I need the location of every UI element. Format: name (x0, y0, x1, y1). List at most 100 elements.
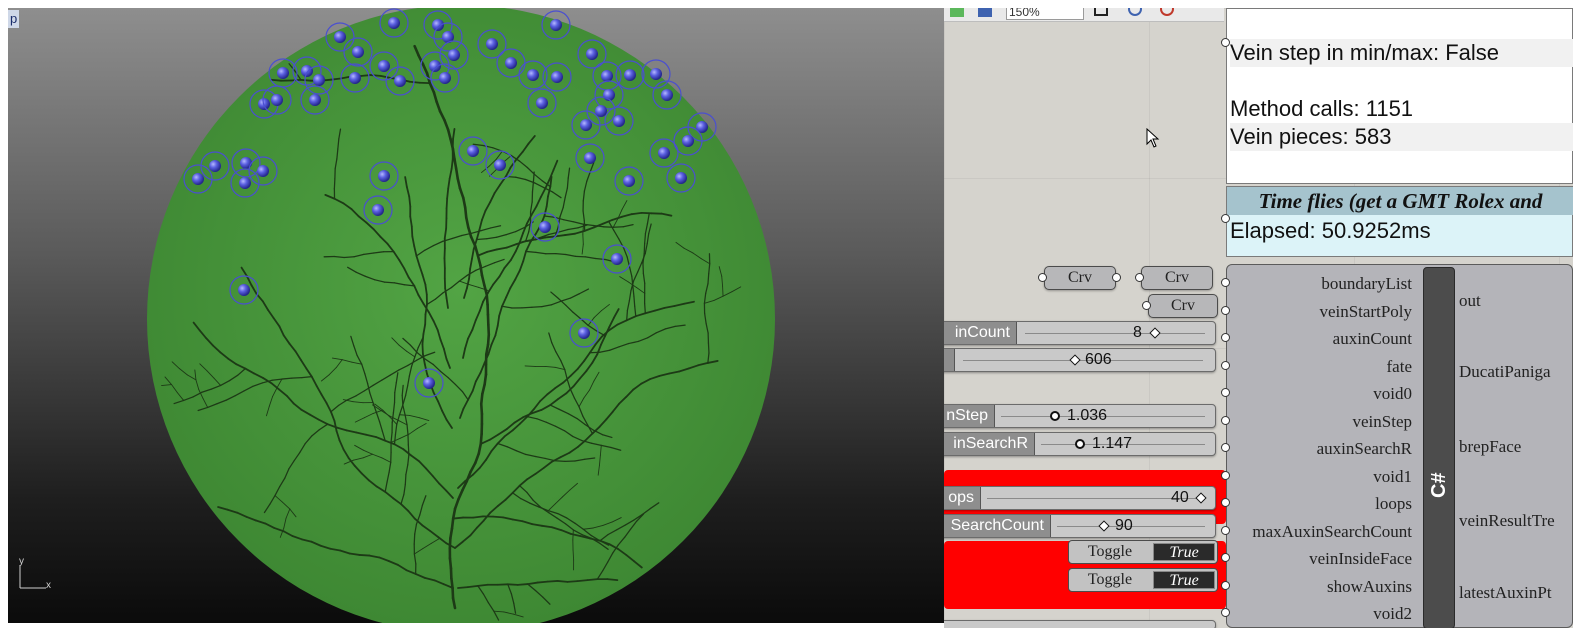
vein-segment (446, 187, 450, 200)
crv-param-1-output-grip[interactable] (1112, 273, 1121, 282)
leaf-boundary-disc (147, 8, 775, 623)
sketch-icon[interactable] (1128, 8, 1142, 16)
input-grip-showauxins[interactable] (1221, 580, 1230, 590)
viewport-label[interactable]: p (8, 10, 20, 28)
output-param-veinresulttre[interactable]: veinResultTre (1459, 510, 1555, 532)
slider-label: nStep (944, 405, 995, 427)
stats-panel-input-grip[interactable] (1221, 38, 1230, 47)
slider-handle[interactable] (1098, 520, 1110, 532)
input-param-fate[interactable]: fate (1387, 356, 1412, 378)
timer-panel[interactable]: Time flies (get a GMT Rolex and Elapsed:… (1226, 186, 1573, 257)
slider-vein-step[interactable]: nStep 1.036 (944, 404, 1216, 428)
auxin-point (467, 145, 479, 157)
input-grip-veininsideface[interactable] (1221, 553, 1230, 562)
vein-segment (484, 343, 490, 356)
slider-track[interactable] (963, 360, 1203, 361)
vein-segment (457, 586, 469, 589)
elapsed-text: Elapsed: 50.9252ms (1230, 218, 1431, 243)
input-grip-veinstartpoly[interactable] (1221, 305, 1230, 315)
vein-segment (524, 365, 536, 367)
component-name-strip[interactable] (1423, 267, 1455, 628)
preview-icon[interactable] (950, 8, 964, 17)
grasshopper-canvas[interactable]: 150% Crv Crv Crv inCount 8 606 nStep 1.0… (944, 8, 1573, 628)
slider-loops[interactable]: ops 40 (944, 486, 1216, 510)
auxin-point (378, 60, 390, 72)
auxin-point (661, 89, 673, 101)
input-grip-fate[interactable] (1221, 360, 1230, 370)
slider-max-auxin-search-count[interactable]: SearchCount 90 (944, 514, 1216, 538)
auxin-point (352, 46, 364, 58)
crv-param-3[interactable]: Crv (1148, 294, 1218, 318)
slider-track[interactable] (1025, 333, 1205, 334)
auxin-point (309, 94, 321, 106)
input-param-void0[interactable]: void0 (1373, 383, 1412, 405)
slider-auxin-count[interactable]: inCount 8 (944, 321, 1216, 345)
toggle-value[interactable]: True (1153, 571, 1215, 589)
output-param-latestauxinpt[interactable]: latestAuxinPt (1459, 582, 1552, 604)
input-param-veinstartpoly[interactable]: veinStartPoly (1319, 301, 1412, 323)
timer-panel-input-grip[interactable] (1221, 214, 1230, 223)
zoom-extents-icon[interactable] (1094, 8, 1108, 16)
input-grip-veinstep[interactable] (1221, 415, 1230, 425)
display-icon[interactable] (978, 8, 992, 17)
input-param-void2[interactable]: void2 (1373, 603, 1412, 625)
auxin-point (486, 38, 498, 50)
input-param-veinstep[interactable]: veinStep (1353, 411, 1413, 433)
slider-handle[interactable] (1075, 439, 1085, 449)
slider-auxin-search-r[interactable]: inSearchR 1.147 (944, 432, 1216, 456)
slider-handle[interactable] (1050, 411, 1060, 421)
output-param-out[interactable]: out (1459, 290, 1481, 312)
input-grip-auxincount[interactable] (1221, 333, 1230, 342)
vein-segment (448, 557, 453, 570)
auxin-point (650, 68, 662, 80)
rhino-viewport[interactable]: p y x (8, 8, 944, 623)
slider-partial-bottom[interactable] (944, 620, 1216, 628)
vein-segment (454, 167, 460, 180)
vein-segment (468, 267, 472, 280)
paint-icon[interactable] (1160, 8, 1174, 16)
crv-param-3-input-grip[interactable] (1142, 301, 1151, 310)
input-grip-loops[interactable] (1221, 498, 1230, 507)
input-param-veininsideface[interactable]: veinInsideFace (1309, 548, 1412, 570)
stats-panel[interactable]: Vein step in min/max: False Method calls… (1226, 8, 1573, 184)
auxin-point (601, 70, 613, 82)
auxin-point (378, 170, 390, 182)
csharp-component[interactable]: C# boundaryList veinStartPoly auxinCount fa… (1226, 264, 1573, 628)
input-param-void1[interactable]: void1 (1373, 466, 1412, 488)
vein-segment (479, 432, 483, 446)
vein-segment (281, 377, 293, 380)
toggle-vein-inside-face[interactable]: Toggle True (1068, 540, 1218, 564)
vein-segment (449, 527, 454, 540)
input-param-maxauxinsearchcount[interactable]: maxAuxinSearchCount (1252, 521, 1412, 543)
auxin-point (539, 221, 551, 233)
input-param-boundarylist[interactable]: boundaryList (1321, 273, 1412, 295)
crv-param-2-input-grip[interactable] (1135, 273, 1144, 282)
slider-606[interactable]: 606 (944, 348, 1216, 372)
zoom-select[interactable]: 150% (1006, 8, 1084, 20)
toggle-value[interactable]: True (1153, 543, 1215, 561)
input-grip-maxauxinsearchcount[interactable] (1221, 525, 1230, 535)
input-param-auxinsearchr[interactable]: auxinSearchR (1317, 438, 1412, 460)
vein-segment (408, 195, 412, 208)
input-grip-auxinsearchr[interactable] (1221, 443, 1230, 452)
input-grip-void0[interactable] (1221, 388, 1230, 397)
input-param-showauxins[interactable]: showAuxins (1327, 576, 1412, 598)
viewport-canvas[interactable] (8, 8, 944, 623)
input-grip-void2[interactable] (1221, 608, 1230, 617)
vein-segment (589, 351, 601, 354)
slider-handle[interactable] (1069, 354, 1081, 366)
slider-handle[interactable] (1149, 327, 1161, 339)
crv-param-1[interactable]: Crv (1044, 266, 1116, 290)
slider-handle[interactable] (1195, 492, 1207, 504)
output-param-ducatipaniga[interactable]: DucatiPaniga (1459, 361, 1551, 383)
crv-param-2[interactable]: Crv (1141, 266, 1213, 290)
vein-segment (644, 232, 647, 245)
toggle-show-auxins[interactable]: Toggle True (1068, 568, 1218, 592)
output-param-brepface[interactable]: brepFace (1459, 436, 1521, 458)
input-grip-boundarylist[interactable] (1221, 278, 1230, 287)
input-grip-void1[interactable] (1221, 470, 1230, 480)
vein-segment (612, 226, 624, 228)
input-param-loops[interactable]: loops (1375, 493, 1412, 515)
input-param-auxincount[interactable]: auxinCount (1333, 328, 1412, 350)
crv-param-1-input-grip[interactable] (1038, 273, 1047, 282)
